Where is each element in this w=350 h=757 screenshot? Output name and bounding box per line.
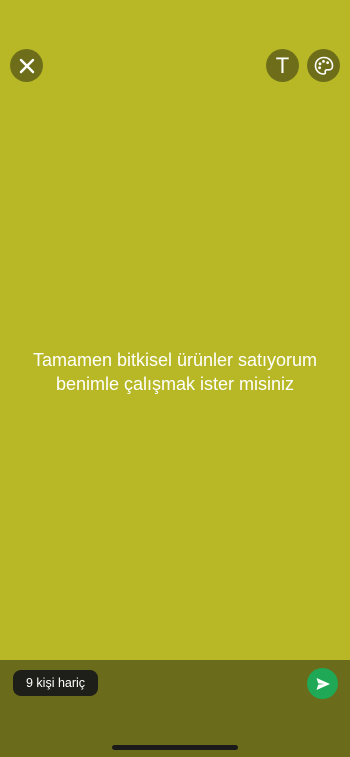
privacy-selector[interactable]: 9 kişi hariç [13,670,99,696]
status-canvas[interactable] [0,0,350,660]
status-text: Tamamen bitkisel ürünler satıyorum benim… [32,350,318,394]
text-tool-label: T [275,52,290,78]
palette-icon [314,56,333,75]
close-icon [19,58,34,73]
send-button[interactable] [307,668,338,699]
home-indicator [112,745,238,750]
close-button[interactable] [10,49,43,82]
palette-button[interactable] [307,49,340,82]
text-tool-button[interactable]: T [266,49,299,82]
send-icon [316,677,330,690]
